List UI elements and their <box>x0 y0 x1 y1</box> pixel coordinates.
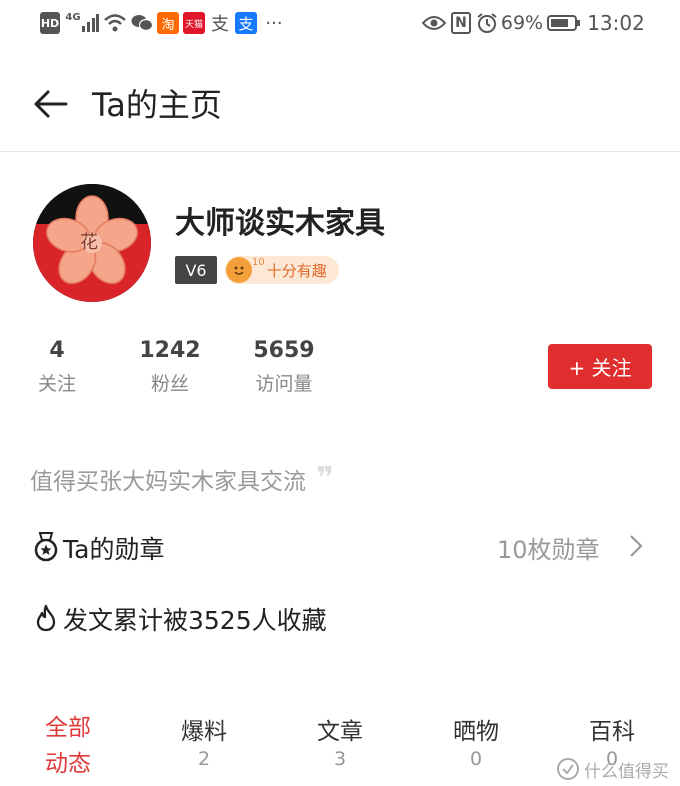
smile-face-icon <box>226 257 252 283</box>
medals-count: 10枚勋章 <box>497 536 600 564</box>
tab-label: 百科 <box>589 719 635 745</box>
tab-label: 全部 <box>45 715 91 741</box>
alipay-icon: 支 <box>211 14 229 35</box>
top-nav: Ta的主页 <box>0 60 680 152</box>
medals-label: Ta的勋章 <box>63 535 165 564</box>
alipay-app-icon: 支 <box>235 12 257 34</box>
chevron-right-icon <box>626 534 646 558</box>
nfc-icon: N <box>451 12 471 34</box>
stat-value: 1242 <box>139 338 201 363</box>
tab-showcase-count: 0 <box>469 748 483 770</box>
avatar-text: 花 <box>80 232 98 253</box>
fire-icon <box>33 604 59 632</box>
battery-icon <box>547 12 581 34</box>
status-bar: HD 4G 淘 天猫 支 支 ··· N 69% 13:02 <box>0 0 680 48</box>
page-title: Ta的主页 <box>92 86 222 124</box>
tab-label: 动态 <box>45 751 91 777</box>
tab-label: 文章 <box>317 719 363 745</box>
signature: 值得买张大妈实木家具交流 ❞ <box>30 462 334 496</box>
tab-articles[interactable]: 文章 <box>306 712 374 746</box>
medal-icon <box>33 532 59 562</box>
avatar[interactable]: 花 <box>33 184 151 302</box>
more-notifications-icon: ··· <box>265 12 283 34</box>
level-badge: V6 <box>175 256 217 284</box>
quote-icon: ❞ <box>316 461 334 496</box>
user-name: 大师谈实木家具 <box>175 206 385 241</box>
watermark: 什么值得买 <box>556 756 669 782</box>
tab-deals[interactable]: 爆料 <box>170 712 238 746</box>
stat-fans[interactable]: 1242 粉丝 <box>130 338 210 396</box>
battery-percent: 69% <box>500 12 544 34</box>
fun-badge[interactable]: 10 十分有趣 <box>225 256 339 284</box>
tmall-icon: 天猫 <box>183 12 205 34</box>
tab-deals-count: 2 <box>197 748 211 770</box>
follow-button[interactable]: + 关注 <box>548 344 652 389</box>
stat-following[interactable]: 4 关注 <box>22 338 92 396</box>
signature-text: 值得买张大妈实木家具交流 <box>30 469 306 495</box>
stat-value: 4 <box>49 338 65 363</box>
eye-icon <box>422 12 446 34</box>
tab-wiki[interactable]: 百科 <box>578 712 646 746</box>
stat-value: 5659 <box>253 338 315 363</box>
fun-badge-num: 10 <box>252 257 265 268</box>
stat-label: 粉丝 <box>150 373 189 395</box>
medals-row[interactable]: Ta的勋章 10枚勋章 <box>0 522 680 570</box>
wifi-icon <box>103 12 127 34</box>
stat-label: 关注 <box>37 373 76 395</box>
clock: 13:02 <box>587 11 645 35</box>
tab-label: 爆料 <box>181 719 227 745</box>
hd-icon: HD <box>40 12 60 34</box>
favorites-text: 发文累计被3525人收藏 <box>63 606 327 635</box>
watermark-text: 什么值得买 <box>584 761 669 782</box>
stat-visits[interactable]: 5659 访问量 <box>240 338 328 396</box>
tab-articles-count: 3 <box>333 748 347 770</box>
alarm-icon <box>476 12 498 34</box>
tab-label: 晒物 <box>453 719 499 745</box>
watermark-logo-icon <box>557 758 579 780</box>
wechat-icon <box>131 12 153 34</box>
back-arrow-icon[interactable] <box>28 82 72 126</box>
taobao-icon: 淘 <box>157 12 179 34</box>
signal-icon: 4G <box>64 12 100 34</box>
tab-showcase[interactable]: 晒物 <box>442 712 510 746</box>
stat-label: 访问量 <box>255 373 313 395</box>
tab-all-activity[interactable]: 全部 动态 <box>36 710 100 782</box>
fun-badge-label: 十分有趣 <box>266 261 327 280</box>
